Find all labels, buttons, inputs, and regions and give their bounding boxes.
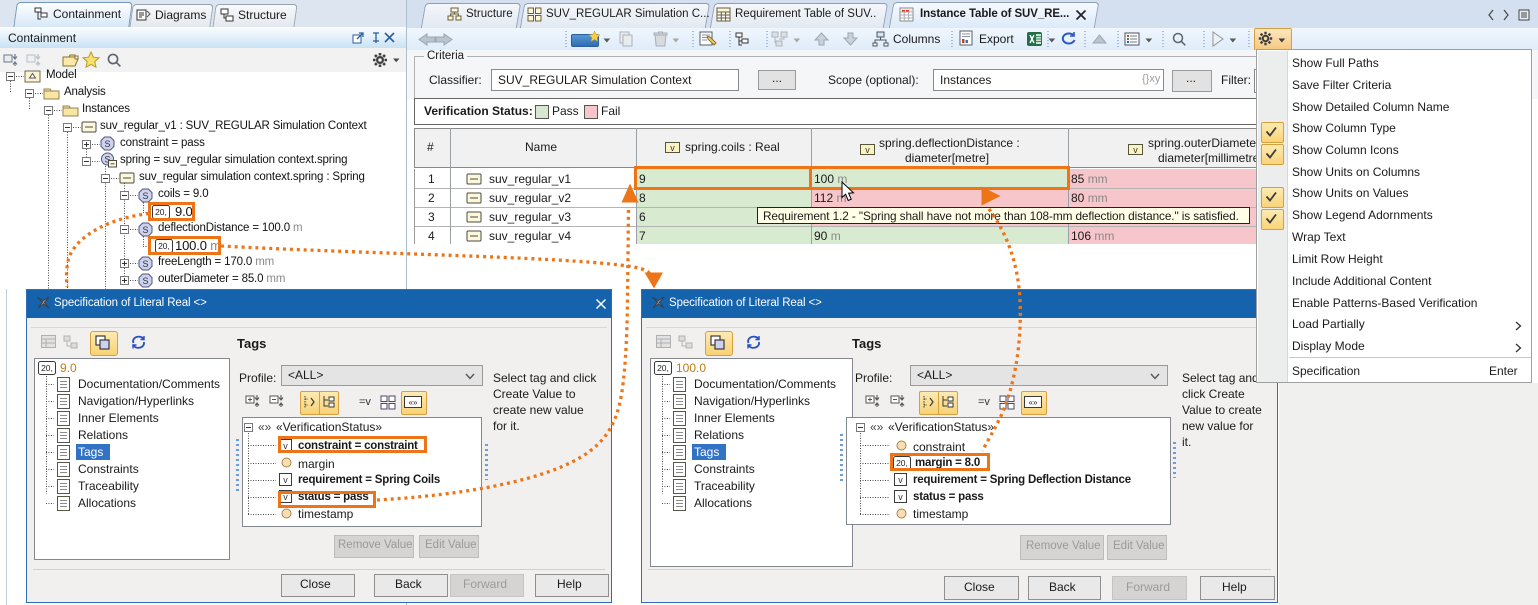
svg-text:S: S — [142, 225, 148, 235]
svg-text:20,: 20, — [657, 363, 669, 373]
svg-text:v: v — [898, 492, 903, 502]
svg-text:S: S — [142, 276, 148, 286]
svg-text:«»: «» — [409, 398, 418, 407]
svg-text:S: S — [142, 191, 148, 201]
svg-text:v: v — [1133, 145, 1138, 155]
svg-text:v: v — [670, 143, 675, 153]
svg-text:v: v — [898, 475, 903, 485]
svg-text:«»: «» — [1029, 398, 1038, 407]
svg-text:v: v — [865, 145, 870, 155]
svg-text:S: S — [104, 139, 110, 149]
svg-text:20,: 20, — [41, 363, 53, 373]
svg-text:S: S — [142, 259, 148, 269]
svg-text:v: v — [283, 475, 288, 485]
